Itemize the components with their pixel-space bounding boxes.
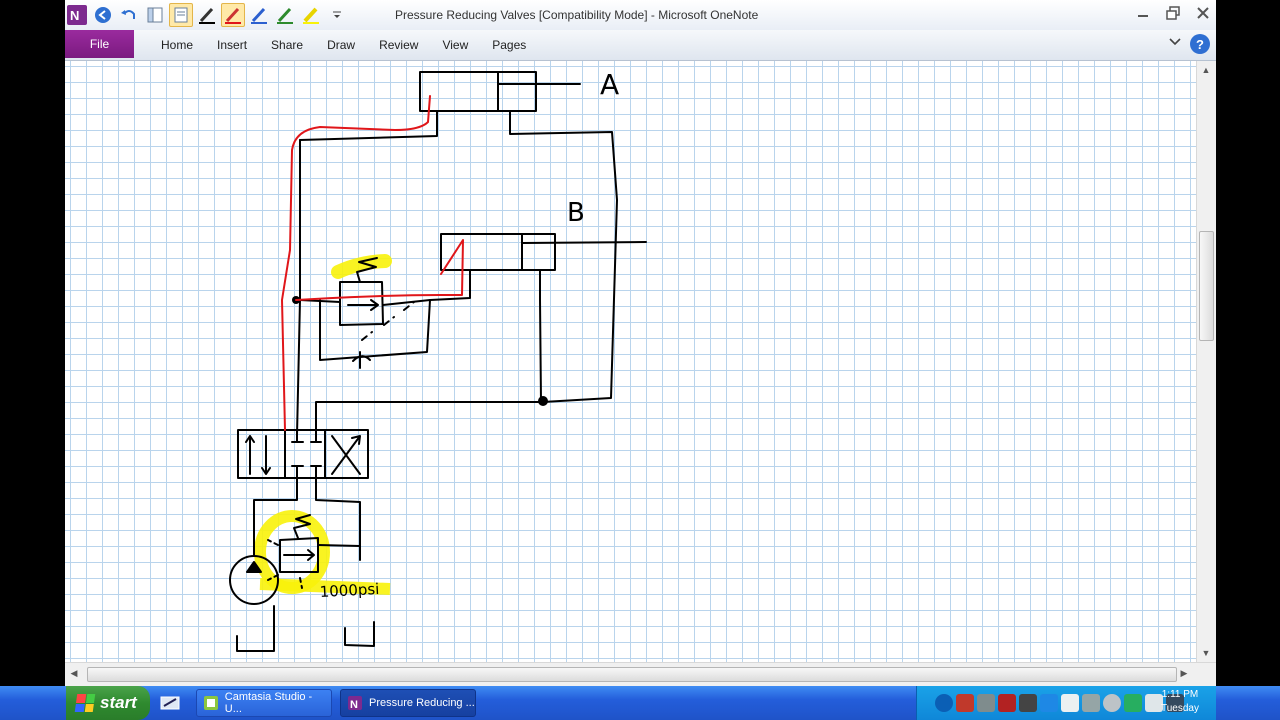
tray-antivirus-icon[interactable] <box>998 694 1016 712</box>
label-relief-setting: 1000psi <box>319 580 380 601</box>
onenote-app-icon[interactable]: N <box>65 3 89 27</box>
tab-insert[interactable]: Insert <box>205 30 259 60</box>
tray-display-icon[interactable] <box>1061 694 1079 712</box>
pressure-line <box>296 139 301 436</box>
hydraulic-circuit-sketch: A B 1000psi <box>229 68 647 652</box>
relief-valve-arrow <box>283 549 315 561</box>
black-pen-icon[interactable] <box>195 3 219 27</box>
cylinder-b-piston <box>521 233 647 271</box>
junction-dot-return <box>538 396 548 406</box>
scroll-up-arrow-icon[interactable]: ▲ <box>1197 65 1215 75</box>
tab-draw[interactable]: Draw <box>315 30 367 60</box>
quick-access-toolbar: N <box>65 2 349 28</box>
dcv-center-blocks <box>291 429 322 479</box>
vertical-scrollbar[interactable]: ▲ ▼ <box>1196 61 1216 662</box>
windows-taskbar: start Camtasia Studio - U... N Pressure … <box>0 686 1280 720</box>
ribbon-right-controls: ? <box>1168 34 1210 54</box>
full-page-view-icon[interactable] <box>169 3 193 27</box>
ribbon-tab-bar: File Home Insert Share Draw Review View … <box>65 30 1216 61</box>
return-line <box>315 401 544 433</box>
help-icon[interactable]: ? <box>1190 34 1210 54</box>
taskbar-item-label: Camtasia Studio - U... <box>224 691 313 715</box>
customize-toolbar-icon[interactable] <box>325 3 349 27</box>
notebook-page[interactable]: A B 1000psi <box>65 61 1196 662</box>
windows-logo-icon <box>74 694 96 712</box>
dcv-left-arrows <box>245 435 271 475</box>
dock-to-desktop-icon[interactable] <box>143 3 167 27</box>
cylinder-b-body <box>440 233 556 271</box>
horizontal-scroll-thumb[interactable] <box>87 667 1177 682</box>
onenote-window: N Pressure Reducing Valves [Compatibilit… <box>65 0 1216 686</box>
tray-show-hidden-icon[interactable] <box>935 694 953 712</box>
relief-tank-line <box>317 544 361 547</box>
taskbar-item-label: Pressure Reducing ... <box>369 697 475 709</box>
close-button[interactable] <box>1190 2 1216 24</box>
reducing-valve-pilot-dash <box>361 301 415 341</box>
vertical-scroll-thumb[interactable] <box>1199 231 1214 341</box>
minimize-button[interactable] <box>1130 2 1156 24</box>
green-pen-icon[interactable] <box>273 3 297 27</box>
ribbon-tabs: Home Insert Share Draw Review View Pages <box>149 30 538 60</box>
back-icon[interactable] <box>91 3 115 27</box>
dcv-box-left <box>237 429 286 479</box>
dcv-right-cross <box>331 435 361 475</box>
tray-monitor-icon[interactable] <box>1019 694 1037 712</box>
label-cylinder-a: A <box>600 68 619 101</box>
scroll-left-arrow-icon[interactable]: ◀ <box>65 668 83 679</box>
tray-z-icon[interactable] <box>1040 694 1058 712</box>
clock-time: 1:11 PM <box>1161 689 1199 700</box>
cylinder-b-rod-port <box>539 269 542 403</box>
cylinder-a-body <box>419 71 537 112</box>
tab-view[interactable]: View <box>430 30 480 60</box>
svg-text:N: N <box>70 8 79 23</box>
clock-day: Tuesday <box>1161 703 1199 714</box>
start-label: start <box>100 693 137 712</box>
red-pen-icon[interactable] <box>221 3 245 27</box>
reducing-valve-arrow <box>347 299 379 311</box>
tray-signal-icon[interactable] <box>1124 694 1142 712</box>
tray-firewall-icon[interactable] <box>977 694 995 712</box>
window-controls <box>1130 2 1216 24</box>
camtasia-icon <box>204 696 218 710</box>
cylinder-a-cap-port <box>299 110 438 141</box>
tab-file[interactable]: File <box>65 30 134 58</box>
red-path-to-cylinder-b <box>295 239 464 301</box>
reducing-valve-pilot-drain <box>319 299 431 361</box>
yellow-highlighter-icon[interactable] <box>299 3 323 27</box>
start-button[interactable]: start <box>66 686 150 720</box>
return-tank <box>344 621 375 647</box>
tab-home[interactable]: Home <box>149 30 205 60</box>
undo-icon[interactable] <box>117 3 141 27</box>
restore-button[interactable] <box>1160 2 1186 24</box>
dcv-box-center <box>284 429 326 479</box>
scroll-right-arrow-icon[interactable]: ▶ <box>1175 668 1193 679</box>
horizontal-scrollbar[interactable]: ◀ ▶ <box>65 662 1216 686</box>
window-title: Pressure Reducing Valves [Compatibility … <box>395 8 759 22</box>
tab-share[interactable]: Share <box>259 30 315 60</box>
reducing-valve-drain <box>352 351 371 369</box>
tab-pages[interactable]: Pages <box>480 30 538 60</box>
highlight-relief-valve <box>254 510 330 594</box>
onenote-icon: N <box>348 696 362 711</box>
taskbar-clock[interactable]: 1:11 PM Tuesday <box>1158 688 1202 716</box>
scroll-down-arrow-icon[interactable]: ▼ <box>1197 648 1215 658</box>
taskbar-item-onenote[interactable]: N Pressure Reducing ... <box>340 689 476 717</box>
label-cylinder-b: B <box>567 198 585 228</box>
tab-review[interactable]: Review <box>367 30 430 60</box>
left-letterbox <box>0 0 65 686</box>
tray-disc-icon[interactable] <box>1103 694 1121 712</box>
quick-launch-desktop-icon[interactable] <box>158 691 182 715</box>
pump-tank <box>236 605 275 652</box>
svg-text:N: N <box>350 699 358 711</box>
expand-ribbon-icon[interactable] <box>1168 35 1182 54</box>
tray-volume-icon[interactable] <box>1082 694 1100 712</box>
title-bar: N Pressure Reducing Valves [Compatibilit… <box>65 0 1216 30</box>
cylinder-a-piston <box>497 71 581 112</box>
cylinder-a-rod-port <box>509 110 618 403</box>
taskbar-item-camtasia[interactable]: Camtasia Studio - U... <box>196 689 332 717</box>
tray-network-icon[interactable] <box>956 694 974 712</box>
blue-pen-icon[interactable] <box>247 3 271 27</box>
right-letterbox <box>1216 0 1280 686</box>
